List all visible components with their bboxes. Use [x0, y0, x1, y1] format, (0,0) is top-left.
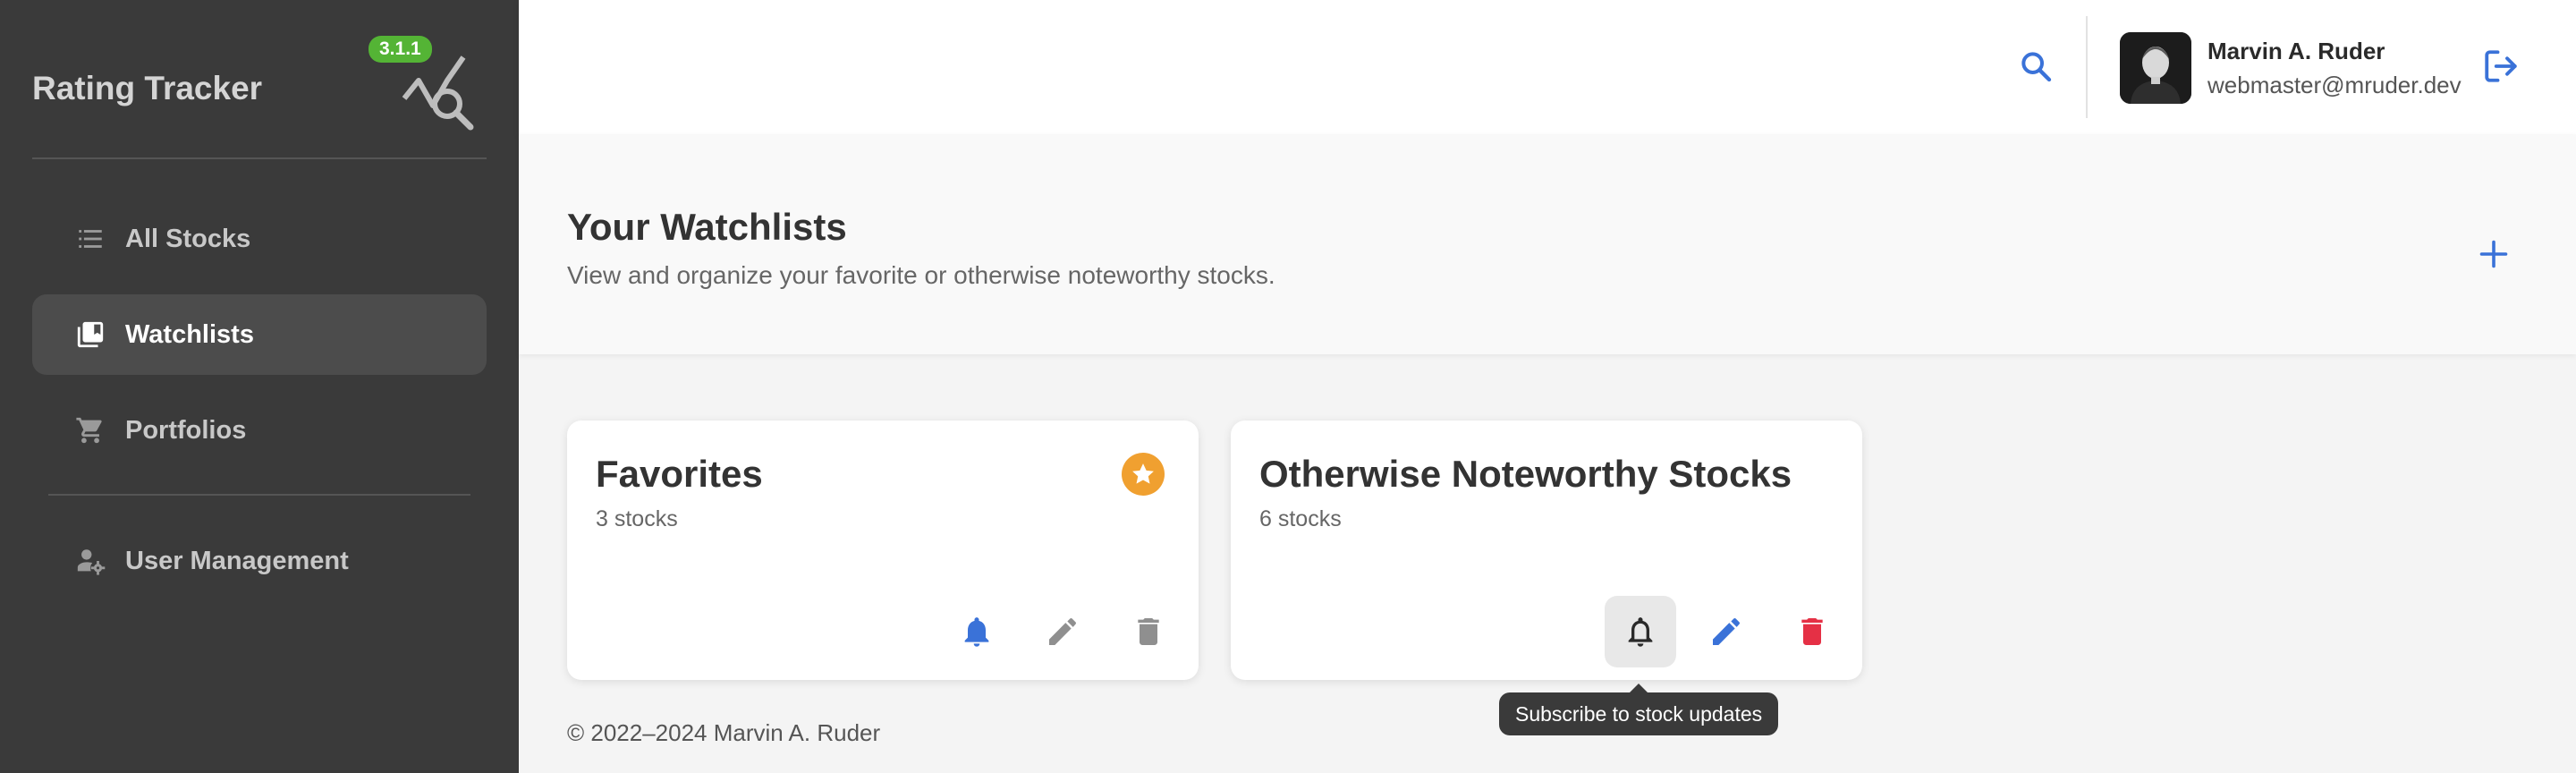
pencil-icon: [1713, 618, 1740, 645]
user-name: Marvin A. Ruder: [2207, 38, 2385, 64]
edit-button[interactable]: [1027, 596, 1098, 667]
page-title: Your Watchlists: [567, 206, 847, 248]
trash-icon: [1801, 618, 1823, 645]
logo-icon: [401, 54, 479, 132]
watchlist-stock-count: 3 stocks: [596, 506, 678, 531]
tooltip: Subscribe to stock updates: [1499, 684, 1779, 735]
sidebar-divider: [48, 494, 470, 496]
search-icon: [2021, 52, 2052, 82]
watchlist-title: Otherwise Noteworthy Stocks: [1259, 453, 1792, 495]
sidebar-item-all-stocks[interactable]: All Stocks: [32, 199, 487, 279]
avatar[interactable]: [2120, 32, 2191, 104]
search-button[interactable]: [2011, 41, 2061, 91]
delete-button[interactable]: [1776, 596, 1848, 667]
bell-outline-icon: [1628, 617, 1653, 647]
sidebar-item-label: Watchlists: [125, 319, 254, 349]
sidebar-item-watchlists[interactable]: Watchlists: [32, 294, 487, 375]
delete-button[interactable]: [1113, 596, 1184, 667]
sidebar-item-label: User Management: [125, 546, 349, 575]
header-divider: [2086, 16, 2088, 118]
plus-icon: [2479, 240, 2508, 268]
page-subtitle: View and organize your favorite or other…: [567, 261, 1275, 289]
pencil-icon: [1049, 618, 1076, 645]
trash-icon: [1138, 618, 1159, 645]
watchlist-card[interactable]: Otherwise Noteworthy Stocks 6 stocks: [1231, 420, 1862, 680]
add-watchlist-button[interactable]: [2469, 229, 2519, 279]
sidebar-item-portfolios[interactable]: Portfolios: [32, 390, 487, 471]
cart-icon: [73, 413, 107, 447]
watchlist-stock-count: 6 stocks: [1259, 506, 1342, 531]
logout-button[interactable]: [2476, 41, 2526, 91]
bookmarks-icon: [73, 318, 107, 352]
watchlist-card[interactable]: Favorites 3 stocks: [567, 420, 1199, 680]
unsubscribe-button[interactable]: [941, 596, 1013, 667]
bell-icon: [964, 617, 989, 647]
sidebar: Rating Tracker 3.1.1 All Stocks Watchlis…: [0, 0, 519, 773]
favorite-star-icon: [1122, 453, 1165, 496]
app-title[interactable]: Rating Tracker: [32, 70, 262, 107]
user-settings-icon: [73, 544, 107, 578]
watchlist-title: Favorites: [596, 453, 763, 495]
sidebar-item-label: Portfolios: [125, 415, 247, 445]
edit-button[interactable]: [1690, 596, 1762, 667]
list-icon: [73, 222, 107, 256]
sidebar-item-label: All Stocks: [125, 224, 251, 253]
user-email: webmaster@mruder.dev: [2207, 72, 2462, 98]
sidebar-divider: [32, 157, 487, 159]
sidebar-item-user-management[interactable]: User Management: [32, 521, 487, 601]
subscribe-button[interactable]: [1605, 596, 1676, 667]
footer-copyright: © 2022–2024 Marvin A. Ruder: [567, 719, 881, 746]
logout-icon: [2485, 50, 2517, 82]
top-bar: Marvin A. Ruder webmaster@mruder.dev: [519, 0, 2576, 134]
page-header: Your Watchlists View and organize your f…: [519, 134, 2576, 354]
